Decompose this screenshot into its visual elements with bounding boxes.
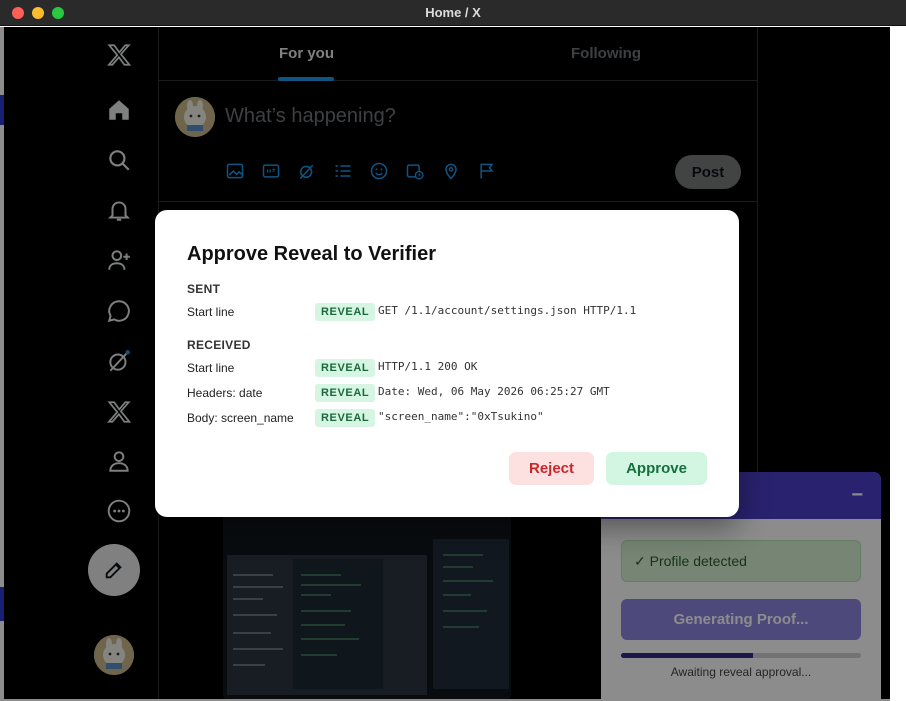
sent-start-line-row: Start line REVEAL GET /1.1/account/setti… [187, 303, 707, 323]
dialog-title: Approve Reveal to Verifier [187, 243, 436, 265]
received-screen-name-row: Body: screen_name REVEAL "screen_name":"… [187, 409, 707, 429]
window-title: Home / X [425, 5, 481, 20]
reject-button[interactable]: Reject [509, 452, 594, 485]
row-value: GET /1.1/account/settings.json HTTP/1.1 [378, 304, 637, 317]
received-section-label: RECEIVED [187, 338, 251, 352]
row-label: Start line [187, 361, 235, 375]
row-value: HTTP/1.1 200 OK [378, 360, 478, 373]
row-label: Start line [187, 305, 235, 319]
reveal-badge: REVEAL [315, 384, 376, 402]
reveal-badge: REVEAL [315, 303, 376, 321]
received-date-header-row: Headers: date REVEAL Date: Wed, 06 May 2… [187, 384, 707, 404]
row-value: "screen_name":"0xTsukino" [378, 410, 544, 423]
row-value: Date: Wed, 06 May 2026 06:25:27 GMT [378, 385, 610, 398]
received-start-line-row: Start line REVEAL HTTP/1.1 200 OK [187, 359, 707, 379]
reveal-badge: REVEAL [315, 359, 376, 377]
window-titlebar: Home / X [0, 0, 906, 26]
reveal-badge: REVEAL [315, 409, 376, 427]
approve-button[interactable]: Approve [606, 452, 707, 485]
row-label: Body: screen_name [187, 411, 294, 425]
sent-section-label: SENT [187, 282, 221, 296]
row-label: Headers: date [187, 386, 263, 400]
approve-reveal-dialog: Approve Reveal to Verifier SENT Start li… [155, 210, 739, 517]
